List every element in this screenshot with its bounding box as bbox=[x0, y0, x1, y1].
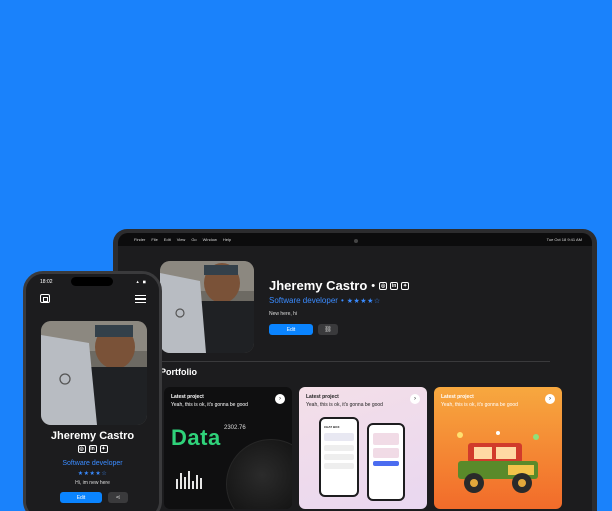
vehicle-illustration bbox=[457, 431, 539, 493]
card-arrow-button[interactable]: › bbox=[275, 394, 285, 404]
rating-stars: ★★★★☆ bbox=[346, 297, 381, 305]
card-title: Latest project bbox=[306, 394, 339, 400]
card-title: Latest project bbox=[171, 394, 204, 400]
app-logo-icon[interactable] bbox=[40, 294, 50, 303]
profile-role: Software developer bbox=[62, 460, 123, 467]
share-icon: ⋖ bbox=[115, 495, 121, 501]
globe-graphic bbox=[226, 439, 292, 509]
profile-role: Software developer bbox=[269, 296, 338, 305]
role-row: Software developer • ★★★★☆ bbox=[269, 296, 381, 305]
card-arrow-button[interactable]: › bbox=[410, 394, 420, 404]
edit-button[interactable]: Edit bbox=[60, 492, 102, 503]
portfolio-card-chat[interactable]: Latest project Yeah, this is ok, it's go… bbox=[299, 387, 427, 509]
profile-name: Jheremy Castro bbox=[269, 278, 368, 293]
arrow-right-icon: › bbox=[279, 396, 281, 402]
profile-name: Jheremy Castro bbox=[50, 430, 135, 442]
profile-bio: Hi, im new here bbox=[75, 480, 110, 486]
social-links: ◎ in ✦ bbox=[26, 445, 159, 453]
chat-phone-mock-right bbox=[367, 423, 405, 501]
arrow-right-icon: › bbox=[549, 396, 551, 402]
portfolio-title: Portfolio bbox=[160, 367, 197, 377]
menu-item-go[interactable]: Go bbox=[191, 237, 196, 242]
portfolio-card-vehicle[interactable]: Latest project Yeah, this is ok, it's go… bbox=[434, 387, 562, 509]
data-headline: Data bbox=[171, 425, 221, 450]
card-subtitle: Yeah, this is ok, it's gonna be good bbox=[171, 402, 248, 408]
chat-box-title: CHAT BOX bbox=[324, 425, 340, 429]
camera-dot bbox=[354, 239, 358, 243]
laptop-mockup: Finder File Edit View Go Window Help Tue… bbox=[113, 229, 597, 511]
name-row: Jheremy Castro • ◎ in ✦ bbox=[269, 278, 410, 293]
role-separator: • bbox=[340, 296, 344, 305]
share-button[interactable]: ⋖ bbox=[108, 492, 128, 503]
chat-phone-mock-left: CHAT BOX bbox=[319, 417, 359, 497]
linkedin-icon[interactable]: in bbox=[390, 281, 399, 290]
menu-item-window[interactable]: Window bbox=[203, 237, 217, 242]
profile-photo bbox=[41, 321, 147, 425]
name-separator: • bbox=[371, 279, 376, 292]
portfolio-card-data[interactable]: Latest project Yeah, this is ok, it's go… bbox=[164, 387, 292, 509]
section-divider bbox=[160, 361, 550, 362]
edit-button[interactable]: Edit bbox=[269, 324, 313, 335]
card-subtitle: Yeah, this is ok, it's gonna be good bbox=[441, 402, 518, 408]
arrow-right-icon: › bbox=[414, 396, 416, 402]
status-icons: ▲ ◼ bbox=[135, 279, 147, 284]
menu-item-view[interactable]: View bbox=[177, 237, 186, 242]
menu-bar-clock: Tue Oct 18 9:41 AM bbox=[546, 237, 582, 242]
instagram-icon[interactable]: ◎ bbox=[77, 445, 86, 453]
laptop-screen: Finder File Edit View Go Window Help Tue… bbox=[118, 233, 592, 511]
link-icon: ⛓ bbox=[324, 327, 332, 333]
bar-graphic bbox=[176, 471, 202, 489]
card-subtitle: Yeah, this is ok, it's gonna be good bbox=[306, 402, 383, 408]
data-value: 2302.76 bbox=[224, 425, 246, 431]
profile-bio: New here, hi bbox=[269, 311, 298, 317]
phone-mockup: 18:02 ▲ ◼ Jheremy Castro ◎ in ✦ Software… bbox=[23, 271, 162, 511]
status-time: 18:02 bbox=[40, 279, 53, 285]
menu-item-finder[interactable]: Finder bbox=[134, 237, 145, 242]
menu-item-edit[interactable]: Edit bbox=[164, 237, 171, 242]
rating-stars: ★★★★☆ bbox=[77, 471, 108, 477]
instagram-icon[interactable]: ◎ bbox=[379, 281, 388, 290]
card-title: Latest project bbox=[441, 394, 474, 400]
menu-item-help[interactable]: Help bbox=[223, 237, 231, 242]
menu-item-file[interactable]: File bbox=[151, 237, 157, 242]
share-link-button[interactable]: ⛓ bbox=[318, 324, 338, 335]
profile-photo bbox=[160, 261, 254, 353]
card-arrow-button[interactable]: › bbox=[545, 394, 555, 404]
phone-screen: 18:02 ▲ ◼ Jheremy Castro ◎ in ✦ Software… bbox=[26, 274, 159, 511]
phone-notch bbox=[71, 277, 113, 286]
twitter-icon[interactable]: ✦ bbox=[401, 281, 410, 290]
hamburger-menu-icon[interactable] bbox=[135, 295, 146, 303]
linkedin-icon[interactable]: in bbox=[88, 445, 97, 453]
twitter-icon[interactable]: ✦ bbox=[99, 445, 108, 453]
portfolio-cards: Latest project Yeah, this is ok, it's go… bbox=[164, 387, 562, 509]
